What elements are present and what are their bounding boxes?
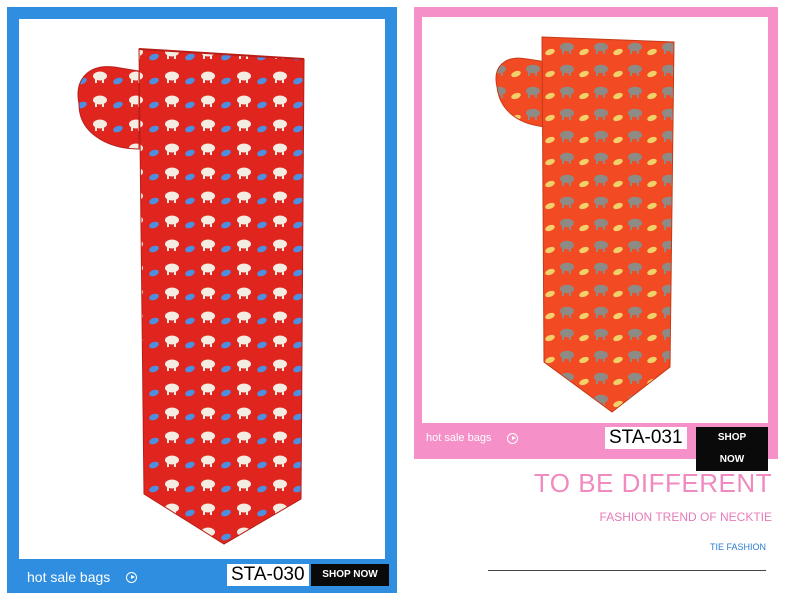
divider [488,570,766,571]
shop-now-button[interactable]: SHOP NOW [696,427,768,471]
product-code: STA-030 [227,564,309,586]
tie-photo[interactable] [19,19,385,559]
product-code: STA-031 [605,427,687,449]
promo-tag[interactable]: TIE FASHION [710,542,766,552]
hot-sale-label: hot sale bags [27,569,111,585]
product-card-sta-031[interactable]: hot sale bags STA-031 SHOP NOW [414,7,778,471]
necktie-image [77,48,305,545]
shop-now-button[interactable]: SHOP NOW [311,564,389,586]
promo-headline: TO BE DIFFERENT [533,468,772,498]
product-card-sta-030[interactable]: hot sale bags STA-030 SHOP NOW [7,7,397,593]
tie-photo[interactable] [422,17,768,423]
promo-subheadline: FASHION TREND OF NECKTIE [599,510,772,524]
play-circle-icon[interactable] [507,432,519,444]
hot-sale-label: hot sale bags [426,432,492,444]
necktie-image [495,36,675,413]
play-circle-icon[interactable] [126,571,138,583]
